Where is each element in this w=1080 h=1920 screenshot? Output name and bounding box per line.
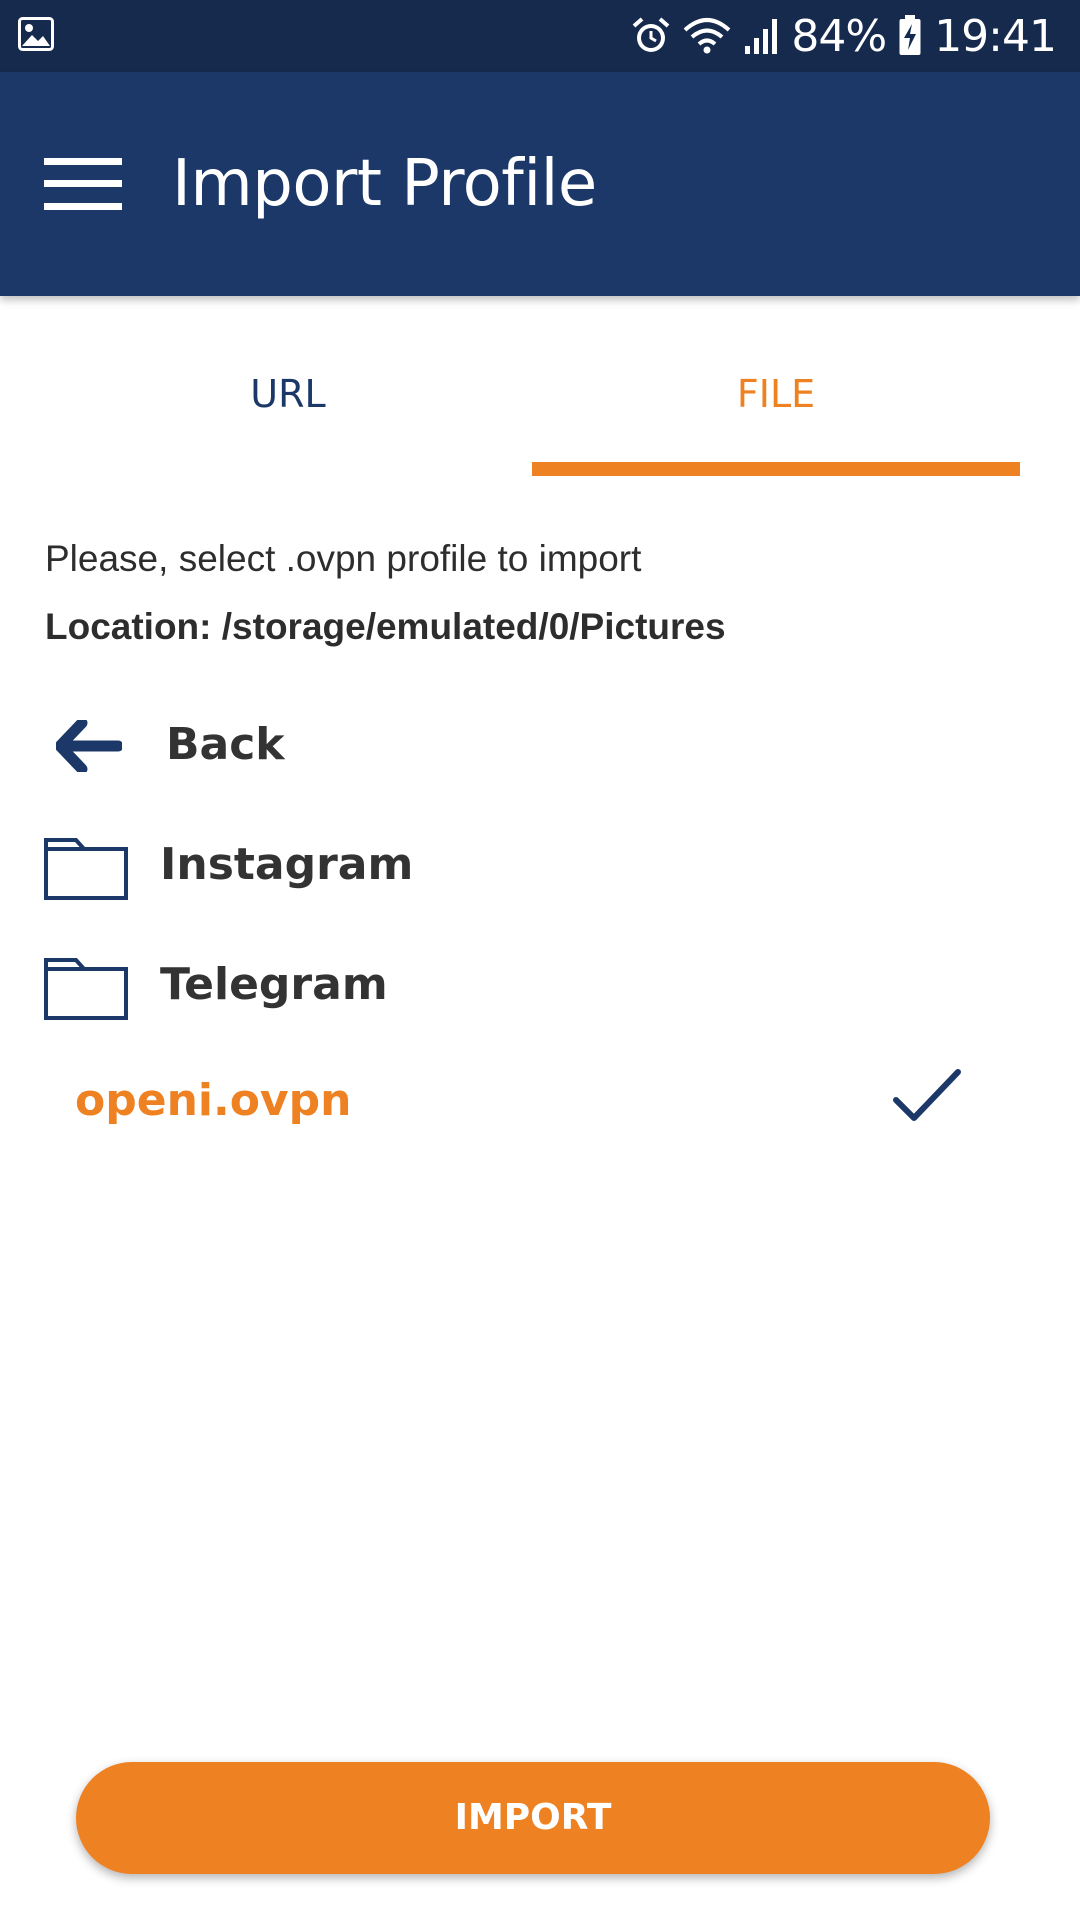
location-path: Location: /storage/emulated/0/Pictures xyxy=(45,606,726,647)
wifi-icon xyxy=(684,18,731,54)
folder-label: Telegram xyxy=(160,959,388,1010)
checkmark-icon xyxy=(893,1069,961,1121)
arrow-left-icon xyxy=(56,720,122,772)
file-label: openi.ovpn xyxy=(75,1075,352,1126)
folder-item-instagram[interactable]: Instagram xyxy=(0,810,1080,920)
status-bar: 84% 19:41 xyxy=(0,0,1080,72)
back-item[interactable]: Back xyxy=(0,690,1080,800)
tab-url[interactable]: URL xyxy=(44,296,532,476)
alarm-icon xyxy=(633,17,670,52)
file-item-selected[interactable]: openi.ovpn xyxy=(0,1046,1080,1156)
tab-url-label: URL xyxy=(250,372,326,416)
import-button[interactable]: IMPORT xyxy=(76,1762,990,1874)
battery-charging-icon xyxy=(899,15,921,55)
folder-icon xyxy=(44,838,128,900)
signal-icon xyxy=(745,19,778,54)
app-bar: Import Profile xyxy=(0,72,1080,296)
tab-file-label: FILE xyxy=(736,372,816,416)
folder-icon xyxy=(44,958,128,1020)
battery-percentage: 84% xyxy=(791,10,887,62)
tab-selected-indicator xyxy=(532,462,1020,476)
status-indicators: 84% 19:41 xyxy=(631,0,1057,72)
back-label: Back xyxy=(166,719,285,770)
instruction-text: Please, select .ovpn profile to import xyxy=(45,538,642,579)
tab-file[interactable]: FILE xyxy=(532,296,1020,476)
gallery-icon xyxy=(18,17,54,51)
folder-item-telegram[interactable]: Telegram xyxy=(0,930,1080,1040)
hamburger-menu-icon[interactable] xyxy=(44,158,122,210)
clock: 19:41 xyxy=(934,10,1057,62)
folder-label: Instagram xyxy=(160,839,414,890)
page-title: Import Profile xyxy=(172,147,597,221)
tab-bar: URL FILE xyxy=(0,296,1080,476)
